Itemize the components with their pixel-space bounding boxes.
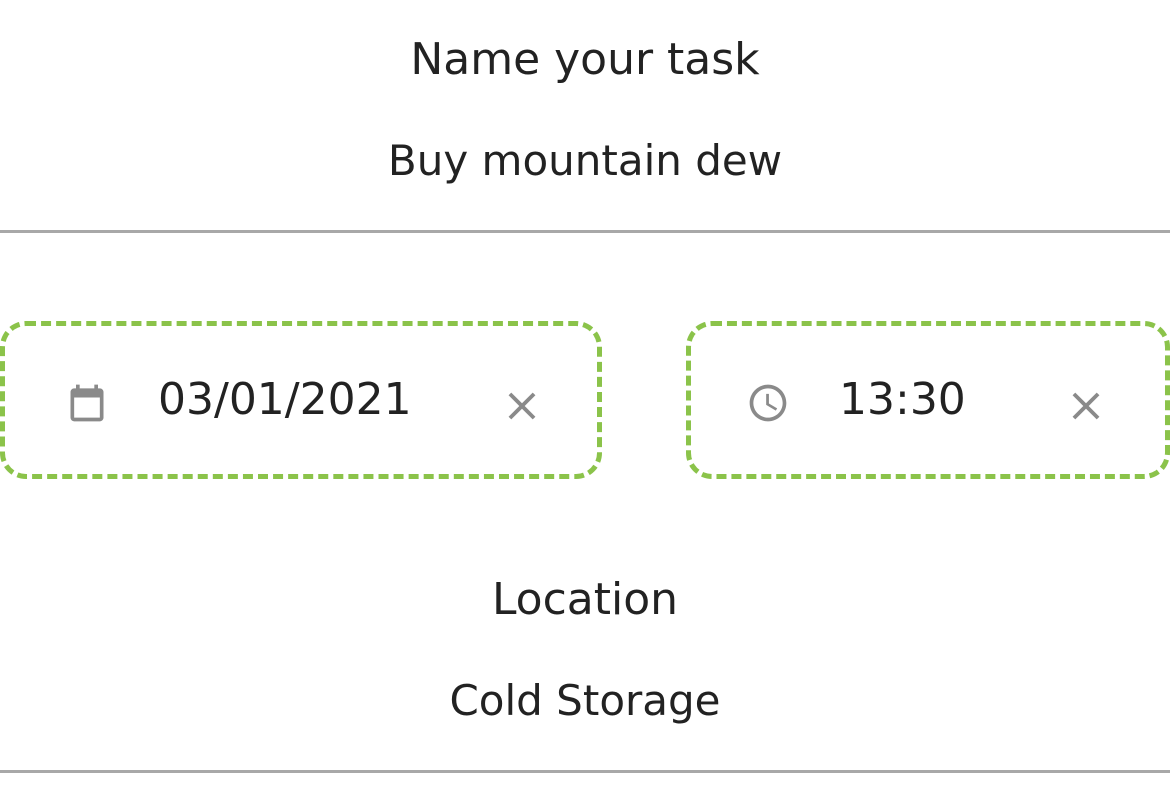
task-name-input[interactable]: Buy mountain dew	[0, 140, 1170, 182]
clear-date-close-icon[interactable]	[499, 383, 545, 429]
clear-time-close-icon[interactable]	[1063, 383, 1109, 429]
calendar-icon	[70, 384, 104, 422]
date-picker[interactable]: 03/01/2021	[0, 321, 602, 479]
location-underline	[0, 770, 1170, 773]
time-value: 13:30	[839, 374, 966, 425]
task-name-label: Name your task	[410, 34, 760, 85]
location-input[interactable]: Cold Storage	[0, 680, 1170, 722]
time-picker[interactable]: 13:30	[686, 321, 1170, 479]
clock-icon	[749, 384, 787, 422]
date-value: 03/01/2021	[158, 374, 412, 425]
location-label: Location	[491, 574, 679, 625]
task-name-underline	[0, 230, 1170, 233]
